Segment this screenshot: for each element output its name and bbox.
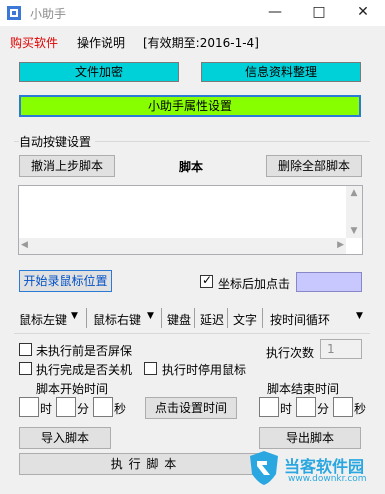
- end-minute-input[interactable]: [296, 397, 316, 417]
- end-time-label: 脚本结束时间: [267, 382, 340, 396]
- start-second-input[interactable]: [93, 397, 113, 417]
- chevron-down-icon[interactable]: ▼: [356, 311, 363, 321]
- watermark-url: www.downkr.com: [288, 474, 367, 484]
- watermark-logo: 当客软件园 www.downkr.com: [248, 450, 382, 490]
- keyboard-button[interactable]: 键盘: [167, 311, 191, 328]
- import-script-button[interactable]: 导入脚本: [19, 427, 111, 449]
- close-icon[interactable]: ✕: [341, 0, 385, 26]
- start-record-button[interactable]: 开始录鼠标位置: [19, 270, 112, 292]
- coords-click-checkbox[interactable]: [200, 273, 213, 288]
- menu-buy[interactable]: 购买软件: [10, 34, 58, 51]
- second-label: 秒: [354, 402, 367, 416]
- window-title: 小助手: [30, 7, 67, 21]
- minimize-icon[interactable]: —: [253, 0, 297, 26]
- info-organize-button[interactable]: 信息资料整理: [201, 62, 361, 82]
- toolbar-separator: [86, 308, 87, 328]
- maximize-icon[interactable]: □: [297, 0, 341, 26]
- color-swatch[interactable]: [296, 272, 362, 292]
- chevron-down-icon[interactable]: ▼: [71, 311, 78, 321]
- file-encrypt-button[interactable]: 文件加密: [19, 62, 179, 82]
- mouse-left-dropdown[interactable]: 鼠标左键: [19, 311, 67, 328]
- hour-label: 时: [280, 402, 293, 416]
- click-set-time-button[interactable]: 点击设置时间: [145, 397, 237, 419]
- toolbar-divider: [14, 333, 370, 334]
- script-label: 脚本: [179, 160, 204, 174]
- menu-bar: 购买软件 操作说明 [有效期至:2016-1-4]: [0, 28, 385, 52]
- export-script-button[interactable]: 导出脚本: [259, 427, 361, 449]
- toolbar-separator: [161, 308, 162, 328]
- scroll-up-icon[interactable]: ▲: [346, 188, 362, 198]
- disable-mouse-checkbox[interactable]: [144, 362, 157, 375]
- vertical-scrollbar[interactable]: ▲ ▼: [346, 186, 362, 238]
- start-minute-input[interactable]: [56, 397, 76, 417]
- undo-script-button[interactable]: 撤消上步脚本: [19, 155, 115, 177]
- scroll-left-icon[interactable]: ◀: [21, 240, 28, 250]
- loop-mode-dropdown[interactable]: 按时间循环: [270, 311, 330, 328]
- disable-mouse-label: 执行时停用鼠标: [162, 363, 247, 377]
- horizontal-scrollbar[interactable]: ◀ ▶: [19, 238, 346, 254]
- start-time-label: 脚本开始时间: [36, 382, 109, 396]
- minute-label: 分: [317, 402, 330, 416]
- toolbar-separator: [194, 308, 195, 328]
- coords-click-label: 坐标后加点击: [218, 277, 291, 291]
- end-second-input[interactable]: [333, 397, 353, 417]
- toolbar-separator: [227, 308, 228, 328]
- toolbar-separator: [262, 308, 263, 328]
- run-count-input[interactable]: 1: [320, 339, 362, 359]
- menu-help[interactable]: 操作说明: [77, 34, 125, 51]
- second-label: 秒: [114, 402, 127, 416]
- run-script-button[interactable]: 执 行 脚 本: [19, 453, 269, 475]
- run-count-label: 执行次数: [266, 346, 315, 360]
- minute-label: 分: [77, 402, 90, 416]
- auto-keys-label: 自动按键设置: [19, 133, 96, 150]
- script-textarea[interactable]: ▲ ▼ ◀ ▶: [18, 185, 363, 255]
- properties-button[interactable]: 小助手属性设置: [19, 95, 361, 117]
- delay-button[interactable]: 延迟: [200, 311, 224, 328]
- watermark-shield-icon: [250, 451, 278, 485]
- hour-label: 时: [40, 402, 53, 416]
- app-icon: [7, 6, 21, 20]
- shutdown-checkbox[interactable]: [19, 362, 32, 375]
- title-bar: 小助手 — □ ✕: [0, 0, 385, 26]
- delete-all-button[interactable]: 删除全部脚本: [266, 155, 362, 177]
- end-hour-input[interactable]: [259, 397, 279, 417]
- chevron-down-icon[interactable]: ▼: [147, 311, 154, 321]
- scroll-down-icon[interactable]: ▼: [346, 226, 362, 236]
- text-button[interactable]: 文字: [233, 311, 257, 328]
- screen-save-checkbox[interactable]: [19, 343, 32, 356]
- shutdown-label: 执行完成是否关机: [36, 363, 133, 377]
- mouse-right-dropdown[interactable]: 鼠标右键: [93, 311, 141, 328]
- start-hour-input[interactable]: [19, 397, 39, 417]
- screen-save-label: 未执行前是否屏保: [36, 344, 133, 358]
- scroll-right-icon[interactable]: ▶: [337, 240, 344, 250]
- validity-label: [有效期至:2016-1-4]: [143, 36, 259, 50]
